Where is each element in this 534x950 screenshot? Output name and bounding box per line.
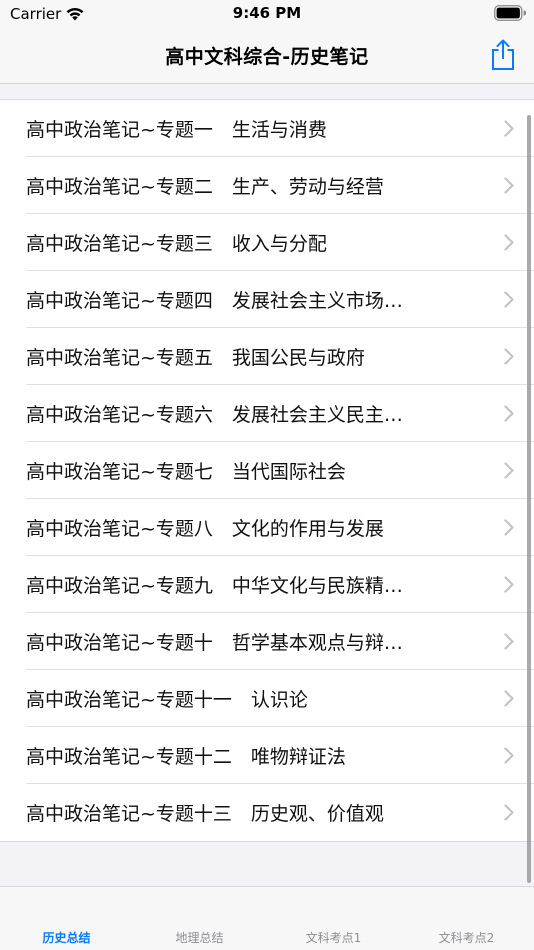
tab-bar: 历史总结 地理总结 文科考点1 文科考点2 (0, 886, 534, 950)
chevron-right-icon (504, 804, 514, 821)
share-icon (492, 39, 514, 70)
page-title: 高中文科综合-历史笔记 (165, 46, 369, 68)
list-item-label: 高中政治笔记~专题十三 历史观、价值观 (26, 803, 384, 825)
list-item[interactable]: 高中政治笔记~专题三 收入与分配 (0, 214, 534, 271)
battery-icon (494, 5, 526, 21)
navigation-bar: 高中文科综合-历史笔记 (0, 28, 534, 84)
tab-item[interactable]: 历史总结 (0, 929, 133, 946)
tab-item[interactable]: 文科考点1 (267, 929, 400, 946)
list-item-label: 高中政治笔记~专题十二 唯物辩证法 (26, 746, 346, 768)
list-item[interactable]: 高中政治笔记~专题四 发展社会主义市场… (0, 271, 534, 328)
list-item-label: 高中政治笔记~专题一 生活与消费 (26, 119, 327, 141)
tab-item[interactable]: 文科考点2 (400, 929, 533, 946)
chevron-right-icon (504, 747, 514, 764)
list-item-label: 高中政治笔记~专题五 我国公民与政府 (26, 347, 365, 369)
tab-item[interactable]: 地理总结 (133, 929, 266, 946)
list-item[interactable]: 高中政治笔记~专题八 文化的作用与发展 (0, 499, 534, 556)
chevron-right-icon (504, 234, 514, 251)
chevron-right-icon (504, 177, 514, 194)
list-item[interactable]: 高中政治笔记~专题十 哲学基本观点与辩… (0, 613, 534, 670)
chevron-right-icon (504, 576, 514, 593)
topic-list: 高中政治笔记~专题一 生活与消费高中政治笔记~专题二 生产、劳动与经营 高中政治笔… (0, 99, 534, 842)
list-item[interactable]: 高中政治笔记~专题十三 历史观、价值观 (0, 784, 534, 841)
chevron-right-icon (504, 405, 514, 422)
list-item[interactable]: 高中政治笔记~专题九 中华文化与民族精… (0, 556, 534, 613)
share-button[interactable] (486, 36, 520, 74)
list-item[interactable]: 高中政治笔记~专题十一 认识论 (0, 670, 534, 727)
chevron-right-icon (504, 633, 514, 650)
list-item[interactable]: 高中政治笔记~专题五 我国公民与政府 (0, 328, 534, 385)
list-item-label: 高中政治笔记~专题九 中华文化与民族精… (26, 575, 403, 597)
list-item-label: 高中政治笔记~专题十一 认识论 (26, 689, 308, 711)
list-item[interactable]: 高中政治笔记~专题一 生活与消费 (0, 100, 534, 157)
chevron-right-icon (504, 462, 514, 479)
list-item[interactable]: 高中政治笔记~专题二 生产、劳动与经营 (0, 157, 534, 214)
list-item-label: 高中政治笔记~专题八 文化的作用与发展 (26, 518, 384, 540)
list-item-label: 高中政治笔记~专题十 哲学基本观点与辩… (26, 632, 403, 654)
list-item[interactable]: 高中政治笔记~专题十二 唯物辩证法 (0, 727, 534, 784)
chevron-right-icon (504, 291, 514, 308)
scrollbar[interactable] (527, 115, 531, 883)
chevron-right-icon (504, 690, 514, 707)
list-item[interactable]: 高中政治笔记~专题六 发展社会主义民主… (0, 385, 534, 442)
chevron-right-icon (504, 519, 514, 536)
list-item-label: 高中政治笔记~专题七 当代国际社会 (26, 461, 346, 483)
status-time: 9:46 PM (232, 4, 302, 22)
list-item-label: 高中政治笔记~专题四 发展社会主义市场… (26, 290, 403, 312)
list-item-label: 高中政治笔记~专题二 生产、劳动与经营 (26, 176, 384, 198)
list-item-label: 高中政治笔记~专题六 发展社会主义民主… (26, 404, 403, 426)
list-item-label: 高中政治笔记~专题三 收入与分配 (26, 233, 327, 255)
chevron-right-icon (504, 120, 514, 137)
chevron-right-icon (504, 348, 514, 365)
list-item[interactable]: 高中政治笔记~专题七 当代国际社会 (0, 442, 534, 499)
status-bar: Carrier 9:46 PM (0, 0, 534, 28)
